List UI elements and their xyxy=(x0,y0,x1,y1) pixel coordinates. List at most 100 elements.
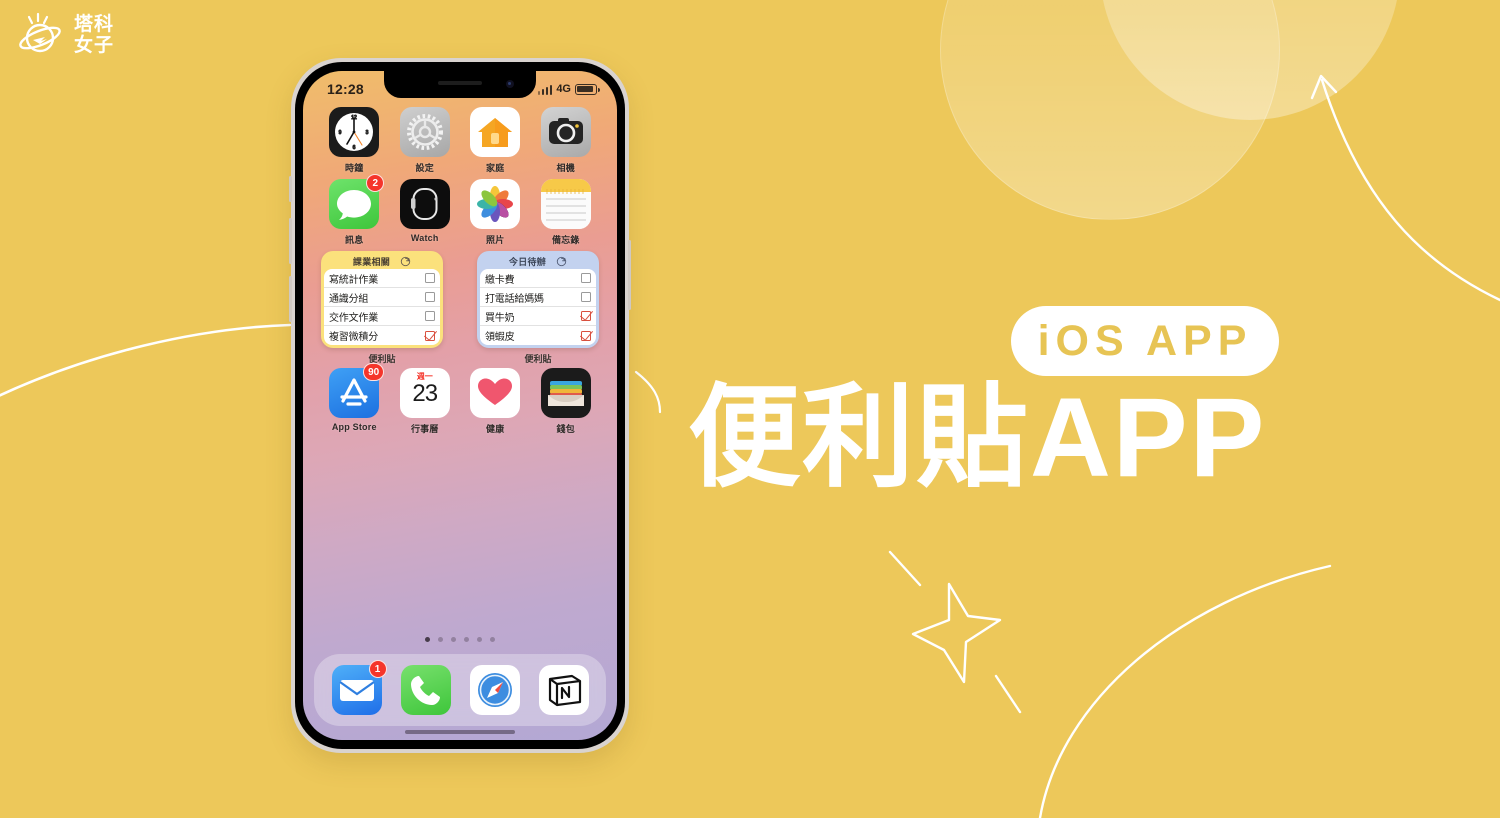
todo-checkbox-checked[interactable] xyxy=(581,330,591,341)
widget-card[interactable]: 今日待辦 繳卡費 打電話給媽媽 買牛奶 領蝦皮 xyxy=(477,251,599,348)
app-watch[interactable]: Watch xyxy=(390,179,461,246)
brand-logo: 塔科 女子 xyxy=(14,8,114,62)
curved-arrow-icon xyxy=(1310,74,1500,302)
app-wallet[interactable]: 錢包 xyxy=(531,368,602,435)
todo-item[interactable]: 通識分組 xyxy=(324,288,440,307)
brand-name-line2: 女子 xyxy=(74,35,115,56)
widget-row: 課業相關 寫統計作業 通識分組 交作文作業 複習微積分 便利貼 今日待辦 繳卡費… xyxy=(319,251,601,365)
page-dot[interactable] xyxy=(490,637,495,642)
phone-power-button xyxy=(628,240,631,310)
dock-app-safari[interactable] xyxy=(469,665,520,715)
todo-checkbox[interactable] xyxy=(425,273,435,283)
todo-checkbox-checked[interactable] xyxy=(581,311,591,321)
decoration-curve-mid xyxy=(634,370,662,414)
app-label: Watch xyxy=(410,233,439,243)
decoration-circle-small xyxy=(1100,0,1400,120)
todo-checkbox[interactable] xyxy=(425,311,435,321)
messages-bubble-icon[interactable]: 2 xyxy=(329,174,385,229)
todo-text: 複習微積分 xyxy=(329,332,378,343)
wallet-icon[interactable] xyxy=(540,368,591,418)
decoration-curve-left xyxy=(0,323,292,397)
refresh-circle-icon[interactable] xyxy=(400,256,411,267)
app-label: 設定 xyxy=(415,163,434,173)
page-dot[interactable] xyxy=(464,637,469,642)
widget-todo-list: 繳卡費 打電話給媽媽 買牛奶 領蝦皮 xyxy=(480,269,596,345)
todo-item[interactable]: 打電話給媽媽 xyxy=(480,288,596,307)
page-title: 便利貼APP xyxy=(688,375,1267,500)
app-photos[interactable]: 照片 xyxy=(460,179,531,246)
app-camera[interactable]: 相機 xyxy=(531,107,602,174)
phone-mute-switch xyxy=(289,176,292,202)
app-label: 相機 xyxy=(556,163,575,173)
todo-item[interactable]: 領蝦皮 xyxy=(480,326,596,345)
app-notes[interactable]: 備忘錄 xyxy=(531,179,602,246)
app-row-1: 12 3 6 9 xyxy=(319,107,601,174)
app-store-icon[interactable]: 90 xyxy=(329,363,385,418)
photos-flower-icon[interactable] xyxy=(470,179,521,229)
todo-text: 買牛奶 xyxy=(485,312,515,324)
todo-item[interactable]: 複習微積分 xyxy=(324,326,440,345)
calendar-icon[interactable]: 週一 23 xyxy=(399,368,450,418)
phone-screen: 12:28 4G 3 6 9 時鐘 設定 家庭 相機 2 訊息 Watch 照片… xyxy=(303,71,617,740)
app-home[interactable]: 家庭 xyxy=(460,107,531,174)
app-settings[interactable]: 設定 xyxy=(390,107,461,174)
todo-checkbox[interactable] xyxy=(581,292,591,302)
settings-gear-icon[interactable] xyxy=(399,107,450,157)
todo-text: 領蝦皮 xyxy=(485,332,515,343)
health-heart-icon[interactable] xyxy=(470,368,521,418)
status-indicators: 4G xyxy=(537,83,600,95)
svg-text:3: 3 xyxy=(366,130,369,136)
page-dot-active[interactable] xyxy=(425,637,430,642)
widget-title: 課業相關 xyxy=(352,257,391,267)
dock: 1 xyxy=(314,654,606,726)
widget-card[interactable]: 課業相關 寫統計作業 通識分組 交作文作業 複習微積分 xyxy=(321,251,443,348)
status-time: 12:28 xyxy=(327,81,364,97)
camera-icon[interactable] xyxy=(540,107,591,157)
widget-caption: 便利貼 xyxy=(524,354,552,364)
app-clock[interactable]: 12 3 6 9 xyxy=(319,107,390,174)
iphone-mockup: 12:28 4G 3 6 9 時鐘 設定 家庭 相機 2 訊息 Watch 照片… xyxy=(289,58,631,753)
home-house-icon[interactable] xyxy=(470,107,521,157)
watch-icon[interactable] xyxy=(399,179,450,229)
todo-checkbox-checked[interactable] xyxy=(425,330,435,341)
todo-item[interactable]: 寫統計作業 xyxy=(324,269,440,288)
dock-app-mail[interactable]: 1 xyxy=(331,660,387,715)
page-dot[interactable] xyxy=(451,637,456,642)
app-label: 家庭 xyxy=(486,163,505,173)
todo-item[interactable]: 繳卡費 xyxy=(480,269,596,288)
todo-checkbox[interactable] xyxy=(425,292,435,302)
widget-sticky-note-1[interactable]: 課業相關 寫統計作業 通識分組 交作文作業 複習微積分 便利貼 xyxy=(321,251,443,365)
badge-count: 90 xyxy=(363,363,385,381)
signal-bars-icon xyxy=(537,84,553,95)
refresh-circle-icon[interactable] xyxy=(556,256,567,267)
badge-count: 1 xyxy=(368,660,387,678)
notes-icon[interactable] xyxy=(540,179,591,229)
app-messages[interactable]: 2 訊息 xyxy=(319,174,390,246)
dock-app-phone[interactable] xyxy=(400,665,451,715)
widget-header: 課業相關 xyxy=(324,254,440,269)
todo-text: 交作文作業 xyxy=(329,312,378,324)
phone-volume-down-button xyxy=(289,276,292,322)
phone-bezel: 12:28 4G 3 6 9 時鐘 設定 家庭 相機 2 訊息 Watch 照片… xyxy=(295,62,625,749)
clock-icon[interactable]: 12 3 6 9 xyxy=(329,107,380,157)
page-dot[interactable] xyxy=(438,637,443,642)
network-label: 4G xyxy=(556,83,571,95)
app-label: 照片 xyxy=(486,235,505,245)
page-indicator-dots[interactable] xyxy=(303,637,617,642)
ios-app-badge-label: iOS APP xyxy=(1037,316,1253,365)
earpiece-speaker-icon xyxy=(438,81,482,85)
app-calendar[interactable]: 週一 23 行事曆 xyxy=(390,368,461,435)
todo-item[interactable]: 買牛奶 xyxy=(480,307,596,326)
dock-app-notion[interactable] xyxy=(538,665,589,715)
todo-checkbox[interactable] xyxy=(581,273,591,283)
widget-todo-list: 寫統計作業 通識分組 交作文作業 複習微積分 xyxy=(324,269,440,345)
app-label: 訊息 xyxy=(345,235,364,245)
app-app-store[interactable]: 90 App Store xyxy=(319,363,390,435)
page-dot[interactable] xyxy=(477,637,482,642)
todo-item[interactable]: 交作文作業 xyxy=(324,307,440,326)
app-row-2: 2 訊息 Watch 照片 備忘錄 xyxy=(319,174,602,246)
home-indicator[interactable] xyxy=(405,730,515,734)
widget-sticky-note-2[interactable]: 今日待辦 繳卡費 打電話給媽媽 買牛奶 領蝦皮 便利貼 xyxy=(477,251,599,365)
sparkle-line-1 xyxy=(888,550,922,587)
app-health[interactable]: 健康 xyxy=(460,368,531,435)
